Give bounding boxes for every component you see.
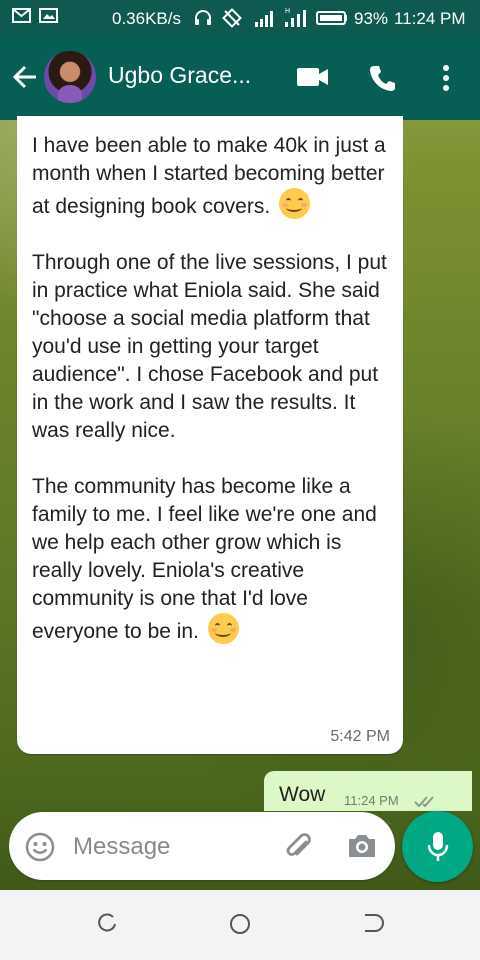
smiling-face-emoji-icon — [279, 188, 310, 219]
chat-header: Ugbo Grace... — [0, 36, 480, 120]
outgoing-message-text: Wow — [279, 783, 326, 806]
message-paragraph: The community has become like a family t… — [32, 475, 377, 643]
navigation-bar — [0, 890, 480, 960]
emoji-icon[interactable] — [25, 832, 55, 862]
status-bar: 0.36KB/s H 93% 11:24 PM — [0, 0, 480, 36]
outgoing-timestamp: 11:24 PM — [344, 793, 399, 808]
back-arrow-icon[interactable] — [10, 58, 42, 96]
message-paragraph: I have been able to make 40k in just a m… — [32, 134, 386, 218]
signal-h-icon: H — [285, 8, 306, 27]
more-options-icon[interactable] — [440, 64, 452, 92]
back-icon[interactable] — [362, 912, 384, 934]
video-call-icon[interactable] — [296, 66, 330, 88]
message-paragraph: Through one of the live sessions, I put … — [32, 251, 387, 442]
incoming-message-bubble[interactable]: I have been able to make 40k in just a m… — [17, 116, 403, 754]
message-composer — [9, 812, 395, 880]
svg-text:H: H — [285, 8, 290, 15]
microphone-button[interactable] — [402, 811, 473, 882]
gmail-icon — [12, 8, 31, 23]
attach-icon[interactable] — [282, 830, 316, 864]
battery-level: 93% — [354, 9, 389, 28]
headphones-icon — [195, 10, 211, 25]
outgoing-message-bubble[interactable]: Wow 11:24 PM — [264, 771, 472, 811]
read-receipt-icon — [414, 796, 434, 807]
microphone-icon — [427, 832, 449, 861]
message-input[interactable] — [71, 830, 275, 864]
recent-apps-icon[interactable] — [96, 912, 118, 934]
home-icon[interactable] — [228, 912, 252, 936]
message-text: I have been able to make 40k in just a m… — [32, 132, 392, 674]
contact-name[interactable]: Ugbo Grace... — [108, 62, 251, 89]
clock: 11:24 PM — [394, 9, 466, 28]
data-saver-icon — [222, 8, 242, 28]
smiling-face-emoji-icon — [207, 613, 239, 644]
avatar[interactable] — [44, 51, 96, 103]
gallery-icon — [39, 8, 58, 23]
camera-icon[interactable] — [346, 832, 378, 860]
battery-icon — [316, 11, 347, 25]
network-speed: 0.36KB/s — [112, 9, 181, 28]
signal-icon — [255, 11, 273, 27]
phone-icon[interactable] — [368, 64, 396, 92]
message-timestamp: 5:42 PM — [330, 728, 390, 745]
